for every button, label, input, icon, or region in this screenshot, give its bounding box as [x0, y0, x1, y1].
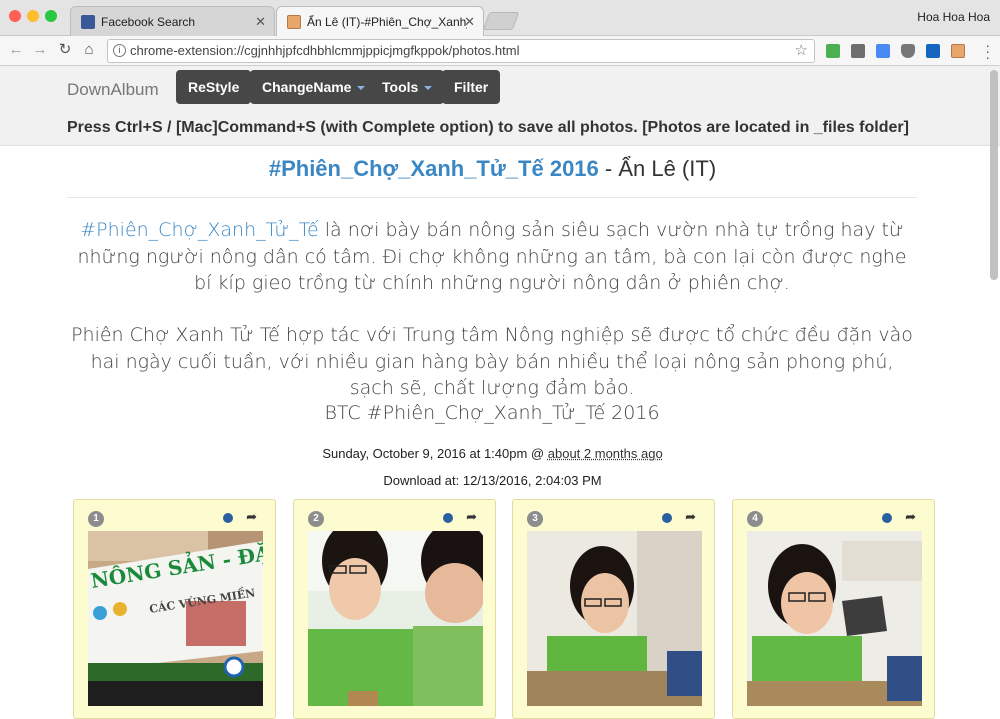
share-icon[interactable]: ➦ [905, 509, 916, 525]
photo-card[interactable]: 4 ➦ [732, 499, 935, 719]
tab-close-icon[interactable]: ✕ [255, 14, 266, 30]
hashtag-link[interactable]: #Phiên_Chợ_Xanh_Tử_Tế [80, 219, 318, 241]
button-label: Filter [454, 79, 489, 95]
volunteer-at-stall-photo [527, 531, 702, 706]
album-title-hashtag[interactable]: #Phiên_Chợ_Xanh_Tử_Tế 2016 [269, 156, 599, 181]
address-bar[interactable]: i chrome-extension://cgjnhhjpfcdhbhlcmmj… [107, 39, 815, 63]
scrollbar-thumb[interactable] [990, 70, 998, 280]
extension-gray-icon[interactable] [851, 44, 865, 58]
album-description-3: BTC #Phiên_Chợ_Xanh_Tử_Tế 2016 [324, 402, 660, 424]
smiling-volunteer-photo [747, 531, 922, 706]
divider [67, 197, 917, 198]
relative-time-link[interactable]: about 2 months ago [548, 446, 663, 461]
restyle-button[interactable]: ReStyle [176, 70, 252, 104]
facebook-icon [81, 14, 95, 29]
volunteers-photo [308, 531, 483, 706]
tab-label: Ẩn Lê (IT)-#Phiên_Chợ_Xanh_T [307, 15, 467, 29]
extension-blue-icon[interactable] [926, 44, 940, 58]
button-label: ChangeName [262, 79, 352, 95]
info-dot-icon[interactable] [443, 513, 453, 523]
minimize-window-button[interactable] [27, 10, 39, 22]
browser-toolbar: ← → ↻ ⌂ i chrome-extension://cgjnhhjpfcd… [0, 36, 1000, 66]
browser-tab-strip: Facebook Search ✕ Ẩn Lê (IT)-#Phiên_Chợ_… [0, 0, 1000, 37]
forward-icon[interactable]: → [30, 40, 50, 60]
extension-green-icon[interactable] [826, 44, 840, 58]
market-banner-photo: NÔNG SẢN - ĐẶC SẢN SẠ CÁC VÙNG MIỀN [88, 531, 263, 706]
tab-close-icon[interactable]: ✕ [464, 14, 475, 30]
tab-album[interactable]: Ẩn Lê (IT)-#Phiên_Chợ_Xanh_T ✕ [276, 6, 484, 37]
button-label: ReStyle [188, 79, 240, 95]
download-time: Download at: 12/13/2016, 2:04:03 PM [383, 473, 602, 488]
photo-thumbnail[interactable]: NÔNG SẢN - ĐẶC SẢN SẠ CÁC VÙNG MIỀN [88, 531, 263, 706]
tab-label: Facebook Search [101, 14, 196, 29]
share-icon[interactable]: ➦ [246, 509, 257, 525]
info-dot-icon[interactable] [882, 513, 892, 523]
photo-thumbnail[interactable] [308, 531, 483, 706]
tab-facebook-search[interactable]: Facebook Search ✕ [70, 6, 275, 36]
post-date-text: Sunday, October 9, 2016 at 1:40pm @ [322, 446, 548, 461]
share-icon[interactable]: ➦ [685, 509, 696, 525]
translate-icon[interactable] [876, 44, 890, 58]
info-dot-icon[interactable] [662, 513, 672, 523]
reload-icon[interactable]: ↻ [55, 40, 75, 60]
url-text: chrome-extension://cgjnhhjpfcdhbhlcmmjpp… [130, 43, 520, 58]
tools-button[interactable]: Tools [370, 70, 445, 104]
photo-thumbnail[interactable] [527, 531, 702, 706]
new-tab-button[interactable] [482, 12, 520, 30]
info-icon[interactable]: i [113, 44, 126, 57]
album-description-2: Phiên Chợ Xanh Tử Tế hợp tác với Trung t… [71, 324, 913, 399]
photo-card[interactable]: 3 ➦ [512, 499, 715, 719]
home-icon[interactable]: ⌂ [79, 40, 99, 60]
shield-icon[interactable] [901, 44, 915, 58]
photo-index-badge: 1 [88, 511, 104, 527]
back-icon[interactable]: ← [6, 40, 26, 60]
filter-button[interactable]: Filter [442, 70, 501, 104]
album-page-icon [287, 15, 301, 29]
downalbum-extension-icon[interactable] [951, 44, 965, 58]
photo-card[interactable]: 1 ➦ NÔNG SẢN - ĐẶC SẢN SẠ CÁC VÙNG MIỀN [73, 499, 276, 719]
menu-icon[interactable]: · · · [985, 38, 990, 64]
maximize-window-button[interactable] [45, 10, 57, 22]
brand[interactable]: DownAlbum [67, 80, 159, 100]
caret-down-icon [357, 86, 366, 91]
photo-thumbnail[interactable] [747, 531, 922, 706]
caret-down-icon [424, 86, 433, 91]
album-title-author: - Ẩn Lê (IT) [598, 156, 717, 181]
page-navbar: DownAlbum ReStyle ChangeName Tools Filte… [0, 66, 1000, 146]
post-date: Sunday, October 9, 2016 at 1:40pm @ abou… [0, 446, 985, 461]
photo-card[interactable]: 2 ➦ [293, 499, 496, 719]
button-label: Tools [382, 79, 419, 95]
photo-index-badge: 2 [308, 511, 324, 527]
album-title: #Phiên_Chợ_Xanh_Tử_Tế 2016 - Ẩn Lê (IT) [0, 156, 985, 182]
photo-index-badge: 3 [527, 511, 543, 527]
share-icon[interactable]: ➦ [466, 509, 477, 525]
save-instructions: Press Ctrl+S / [Mac]Command+S (with Comp… [67, 119, 909, 136]
close-window-button[interactable] [9, 10, 21, 22]
bookmark-star-icon[interactable]: ☆ [795, 40, 808, 62]
info-dot-icon[interactable] [223, 513, 233, 523]
photo-index-badge: 4 [747, 511, 763, 527]
profile-name[interactable]: Hoa Hoa Hoa [917, 10, 990, 24]
album-description-1: #Phiên_Chợ_Xanh_Tử_Tế là nơi bày bán nôn… [67, 217, 917, 297]
changename-button[interactable]: ChangeName [250, 70, 378, 104]
